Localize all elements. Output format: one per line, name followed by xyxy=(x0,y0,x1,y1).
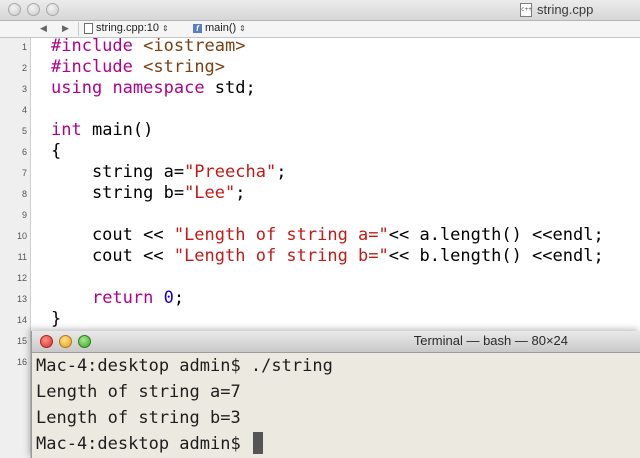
window-title-text: string.cpp xyxy=(537,2,594,17)
zoom-window-button[interactable] xyxy=(46,3,59,16)
terminal-prompt-line: Mac-4:desktop admin$ xyxy=(36,431,333,457)
line-number: 9 xyxy=(21,210,27,220)
back-arrow-icon[interactable]: ◀ xyxy=(40,23,47,34)
chevron-updown-icon: ⇕ xyxy=(161,23,169,33)
terminal-output[interactable]: Mac-4:desktop admin$ ./string Length of s… xyxy=(36,353,333,457)
line-number: 1 xyxy=(21,42,27,52)
line-number: 4 xyxy=(21,105,27,115)
code-line: { xyxy=(51,141,62,161)
terminal-line: Mac-4:desktop admin$ ./string xyxy=(36,356,333,376)
line-number: 15 xyxy=(16,336,27,346)
function-icon: f xyxy=(193,23,202,33)
line-number: 14 xyxy=(16,315,27,325)
line-number-gutter: 1 2 3 4 5 6 7 8 9 10 11 12 13 14 15 16 xyxy=(0,38,31,458)
terminal-line: Length of string a=7 xyxy=(36,382,241,402)
code-line: return 0; xyxy=(91,288,185,308)
line-number: 11 xyxy=(17,252,27,262)
function-crumb[interactable]: f main() ⇕ xyxy=(193,22,246,34)
function-crumb-label: main() xyxy=(205,22,237,34)
line-number: 5 xyxy=(21,126,27,136)
code-line: #include <string> xyxy=(51,57,226,77)
code-line: string a="Preecha"; xyxy=(51,162,287,182)
line-number: 16 xyxy=(16,357,27,367)
file-icon xyxy=(84,22,93,34)
code-line: } xyxy=(51,309,62,329)
code-line: using namespace std; xyxy=(51,78,256,98)
file-crumb[interactable]: string.cpp:10 ⇕ xyxy=(84,22,169,34)
terminal-window[interactable]: Terminal — bash — 80×24 Mac-4:desktop ad… xyxy=(31,331,640,458)
terminal-line: Length of string b=3 xyxy=(36,408,241,428)
terminal-cursor xyxy=(252,432,263,454)
minimize-window-button[interactable] xyxy=(27,3,40,16)
close-window-button[interactable] xyxy=(8,3,21,16)
editor-title-bar: c++ string.cpp xyxy=(0,0,640,21)
code-line: int main() xyxy=(51,120,154,140)
editor-window-title: c++ string.cpp xyxy=(520,2,593,17)
chevron-updown-icon: ⇕ xyxy=(239,23,246,33)
code-line: cout << "Length of string a="<< a.length… xyxy=(51,225,604,245)
code-line: string b="Lee"; xyxy=(51,183,246,203)
code-line: cout << "Length of string b="<< b.length… xyxy=(51,246,604,266)
terminal-title: Terminal — bash — 80×24 xyxy=(413,333,568,348)
line-number: 8 xyxy=(21,189,27,199)
cpp-file-icon: c++ xyxy=(520,2,532,17)
file-crumb-label: string.cpp:10 xyxy=(96,22,159,34)
forward-arrow-icon[interactable]: ▶ xyxy=(62,23,69,34)
jumpbar-divider xyxy=(78,22,79,36)
line-number: 6 xyxy=(21,147,27,157)
line-number: 7 xyxy=(21,168,27,178)
line-number: 3 xyxy=(21,84,27,94)
line-number: 12 xyxy=(16,273,27,283)
terminal-title-bar: Terminal — bash — 80×24 xyxy=(32,331,640,353)
line-number: 10 xyxy=(16,231,27,241)
terminal-prompt: Mac-4:desktop admin$ xyxy=(36,434,251,454)
code-line: #include <iostream> xyxy=(51,36,246,56)
line-number: 13 xyxy=(16,294,27,304)
line-number: 2 xyxy=(21,63,27,73)
